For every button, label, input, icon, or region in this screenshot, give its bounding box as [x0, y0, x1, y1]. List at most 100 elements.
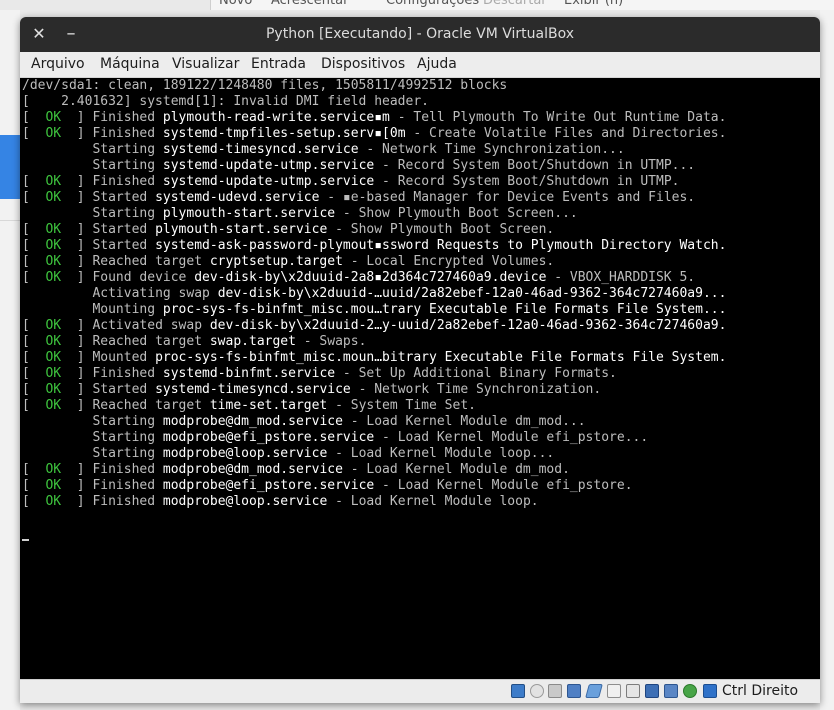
console-verb: Mounted	[92, 350, 148, 365]
ok-status: OK	[37, 126, 69, 141]
host-selected-item[interactable]	[0, 135, 20, 199]
status-bracket: ]	[68, 494, 93, 509]
console-desc: - Set Up Additional Binary Formats.	[335, 366, 617, 381]
console-line: [ OK ] Mounted proc-sys-fs-binfmt_misc.m…	[22, 350, 726, 366]
cpu-icon[interactable]	[664, 684, 678, 698]
console-verb: Activating swap	[92, 286, 210, 301]
host-key-arrow-icon[interactable]	[703, 684, 717, 698]
console-unit: dev-disk-by\x2duuid-2…y-uuid/2a82ebef-12…	[209, 318, 727, 333]
status-bracket: [	[22, 382, 38, 397]
console-desc: - ▪e-based Manager for Device Events and…	[319, 190, 696, 205]
console-desc: - Show Plymouth Boot Screen.	[327, 222, 555, 237]
console-line: [ OK ] Finished modprobe@loop.service - …	[22, 494, 726, 510]
console-verb: Reached target	[92, 334, 203, 349]
menu-arquivo[interactable]: Arquivo	[31, 56, 85, 72]
menu-entrada[interactable]: Entrada	[251, 56, 306, 72]
console-space	[155, 446, 163, 461]
console-verb: Finished	[92, 478, 156, 493]
menu-maquina[interactable]: Máquina	[100, 56, 160, 72]
console-unit: modprobe@loop.service	[162, 494, 328, 509]
console-verb: Reached target	[92, 254, 203, 269]
status-bracket: ]	[68, 126, 93, 141]
console-desc: - Load Kernel Module dm_mod.	[342, 462, 570, 477]
host-menu-item[interactable]: Descartar	[483, 0, 547, 8]
console-space	[202, 254, 210, 269]
status-bracket: [	[22, 366, 38, 381]
host-menubar: Novo Acrescentar Configurações Descartar…	[210, 0, 834, 10]
status-bracket: [	[22, 190, 38, 205]
console-line: Activating swap dev-disk-by\x2duuid-…uui…	[22, 286, 726, 302]
vm-display[interactable]: /dev/sda1: clean, 189122/1248480 files, …	[20, 78, 820, 691]
console-unit: dev-disk-by\x2duuid-…uuid/2a82ebef-12a0-…	[217, 286, 727, 301]
console-unit: modprobe@dm_mod.service	[162, 414, 343, 429]
console-line: Starting modprobe@loop.service - Load Ke…	[22, 446, 726, 462]
console-line: [ OK ] Started systemd-ask-password-plym…	[22, 238, 726, 254]
console-space	[202, 318, 210, 333]
console-line: [ OK ] Found device dev-disk-by\x2duuid-…	[22, 270, 726, 286]
console-line: [ OK ] Reached target time-set.target - …	[22, 398, 726, 414]
audio-icon[interactable]	[548, 684, 562, 698]
console-line: [ 2.401632] systemd[1]: Invalid DMI fiel…	[22, 94, 726, 110]
console-verb: Finished	[92, 366, 156, 381]
status-bracket: [	[22, 350, 38, 365]
network-icon[interactable]	[567, 684, 581, 698]
console-desc: - Show Plymouth Boot Screen...	[335, 206, 578, 221]
console-desc: - VBOX_HARDDISK 5.	[546, 270, 696, 285]
ok-status: OK	[37, 334, 69, 349]
ok-status: OK	[37, 494, 69, 509]
console-unit: cryptsetup.target	[209, 254, 343, 269]
status-bracket: ]	[68, 318, 93, 333]
console-space	[155, 158, 163, 173]
display-icon[interactable]	[626, 684, 640, 698]
console-verb: Finished	[92, 174, 156, 189]
host-menu-item[interactable]: Exibir (h)	[564, 0, 623, 8]
console-line: [ OK ] Activated swap dev-disk-by\x2duui…	[22, 318, 726, 334]
status-bracket: ]	[68, 254, 93, 269]
menu-ajuda[interactable]: Ajuda	[417, 56, 457, 72]
shared-folders-icon[interactable]	[607, 684, 621, 698]
console-desc: - Load Kernel Module efi_pstore.	[374, 478, 633, 493]
optical-drive-icon[interactable]	[530, 684, 544, 698]
console-desc: - Swaps.	[295, 334, 367, 349]
console-space	[155, 462, 163, 477]
console-unit: systemd-timesyncd.service	[162, 142, 359, 157]
console-line: [ OK ] Finished modprobe@dm_mod.service …	[22, 462, 726, 478]
window-titlebar[interactable]: ✕ – Python [Executando] - Oracle VM Virt…	[20, 17, 820, 52]
console-unit: proc-sys-fs-binfmt_misc.moun…bitrary Exe…	[155, 350, 727, 365]
status-bracket: [	[22, 462, 38, 477]
console-line: /dev/sda1: clean, 189122/1248480 files, …	[22, 78, 726, 94]
status-bracket: [	[22, 110, 38, 125]
console-line: [ OK ] Finished systemd-update-utmp.serv…	[22, 174, 726, 190]
console-unit: modprobe@loop.service	[162, 446, 328, 461]
console-unit: systemd-binfmt.service	[162, 366, 336, 381]
host-menu-item[interactable]: Acrescentar	[271, 0, 348, 8]
host-right-panel	[820, 10, 834, 710]
console-verb: Starting	[92, 446, 156, 461]
console-space	[202, 398, 210, 413]
mouse-integration-icon[interactable]	[683, 684, 697, 698]
menu-visualizar[interactable]: Visualizar	[172, 56, 239, 72]
host-menu-item[interactable]: Novo	[219, 0, 252, 8]
console-line	[22, 526, 726, 542]
console-desc: - Load Kernel Module loop...	[327, 446, 555, 461]
host-menu-item[interactable]: Configurações	[386, 0, 479, 8]
console-unit: modprobe@efi_pstore.service	[162, 430, 375, 445]
console-verb: Starting	[92, 430, 156, 445]
console-unit: time-set.target	[209, 398, 328, 413]
menu-dispositivos[interactable]: Dispositivos	[321, 56, 405, 72]
video-capture-icon[interactable]	[645, 684, 659, 698]
status-bracket: ]	[68, 398, 93, 413]
hard-disk-icon[interactable]	[511, 684, 525, 698]
status-indent	[22, 414, 92, 429]
console-space	[147, 238, 155, 253]
console-unit: systemd-tmpfiles-setup.serv▪[0m	[162, 126, 406, 141]
console-line: Starting plymouth-start.service - Show P…	[22, 206, 726, 222]
status-indent	[22, 446, 92, 461]
console-verb: Started	[92, 222, 148, 237]
console-verb: Starting	[92, 206, 156, 221]
console-space	[155, 302, 163, 317]
console-space	[155, 366, 163, 381]
console-line: [ OK ] Reached target swap.target - Swap…	[22, 334, 726, 350]
usb-icon[interactable]	[585, 684, 603, 698]
status-indent	[22, 302, 92, 317]
